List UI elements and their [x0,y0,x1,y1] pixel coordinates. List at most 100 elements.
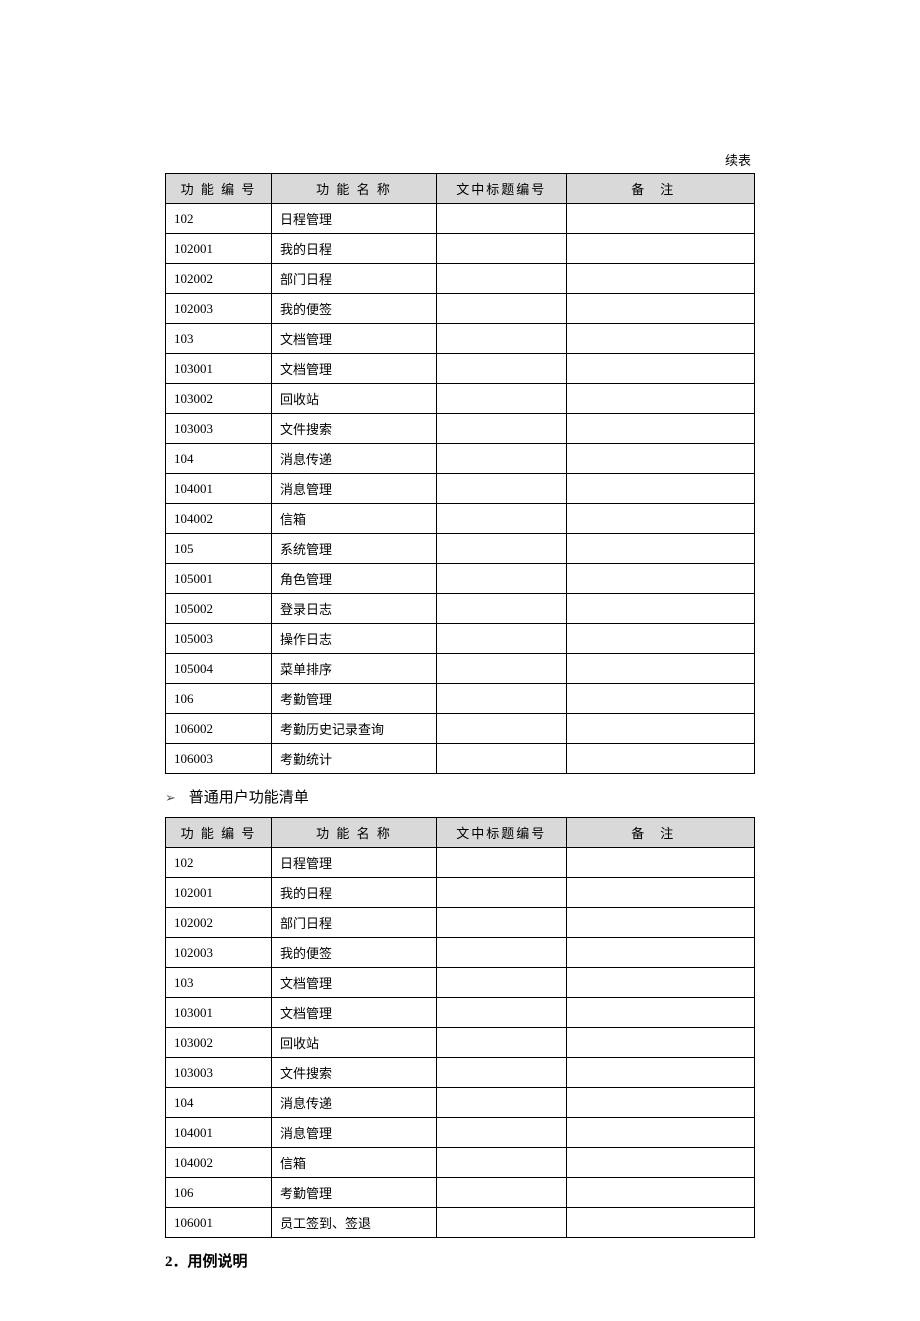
cell-name: 登录日志 [272,594,437,624]
cell-remarks [566,968,755,998]
cell-name: 回收站 [272,1028,437,1058]
cell-remarks [566,594,755,624]
cell-title [436,384,566,414]
header-title: 文中标题编号 [436,818,566,848]
cell-id: 103 [166,968,272,998]
cell-name: 文件搜索 [272,414,437,444]
cell-name: 系统管理 [272,534,437,564]
cell-id: 102001 [166,878,272,908]
cell-remarks [566,474,755,504]
table-header-row: 功 能 编 号 功 能 名 称 文中标题编号 备注 [166,174,755,204]
cell-remarks [566,1148,755,1178]
table-row: 102001我的日程 [166,234,755,264]
cell-remarks [566,684,755,714]
header-title: 文中标题编号 [436,174,566,204]
cell-remarks [566,1028,755,1058]
cell-remarks [566,848,755,878]
cell-id: 106001 [166,1208,272,1238]
header-remarks: 备注 [566,818,755,848]
continuation-label: 续表 [165,150,755,169]
cell-id: 103001 [166,354,272,384]
cell-title [436,504,566,534]
cell-title [436,878,566,908]
cell-name: 信箱 [272,1148,437,1178]
cell-remarks [566,444,755,474]
table-row: 105系统管理 [166,534,755,564]
cell-remarks [566,714,755,744]
table-row: 106考勤管理 [166,684,755,714]
table-row: 104消息传递 [166,444,755,474]
cell-id: 103003 [166,1058,272,1088]
cell-id: 103001 [166,998,272,1028]
cell-title [436,1178,566,1208]
cell-title [436,414,566,444]
cell-remarks [566,1088,755,1118]
cell-name: 文档管理 [272,324,437,354]
cell-name: 消息传递 [272,444,437,474]
cell-id: 105003 [166,624,272,654]
cell-name: 我的便签 [272,294,437,324]
table-row: 103001文档管理 [166,998,755,1028]
cell-title [436,354,566,384]
table-row: 104002信箱 [166,1148,755,1178]
table-row: 104001消息管理 [166,474,755,504]
table-row: 104002信箱 [166,504,755,534]
cell-remarks [566,654,755,684]
cell-name: 文档管理 [272,354,437,384]
cell-title [436,474,566,504]
cell-title [436,848,566,878]
table-row: 103001文档管理 [166,354,755,384]
cell-id: 106 [166,1178,272,1208]
cell-id: 103002 [166,1028,272,1058]
table-header-row: 功 能 编 号 功 能 名 称 文中标题编号 备注 [166,818,755,848]
cell-title [436,998,566,1028]
cell-remarks [566,1178,755,1208]
table-row: 102日程管理 [166,848,755,878]
cell-id: 102002 [166,908,272,938]
cell-title [436,714,566,744]
cell-name: 消息传递 [272,1088,437,1118]
cell-title [436,1088,566,1118]
table-row: 102003我的便签 [166,294,755,324]
table-row: 104消息传递 [166,1088,755,1118]
cell-name: 消息管理 [272,474,437,504]
cell-name: 回收站 [272,384,437,414]
table-row: 102002部门日程 [166,908,755,938]
cell-title [436,594,566,624]
cell-id: 102002 [166,264,272,294]
cell-remarks [566,1058,755,1088]
cell-id: 103 [166,324,272,354]
table-row: 105003操作日志 [166,624,755,654]
cell-id: 106002 [166,714,272,744]
cell-title [436,564,566,594]
cell-name: 考勤管理 [272,1178,437,1208]
cell-title [436,444,566,474]
cell-name: 文档管理 [272,998,437,1028]
cell-name: 操作日志 [272,624,437,654]
cell-id: 104 [166,444,272,474]
table-row: 103文档管理 [166,968,755,998]
cell-name: 日程管理 [272,848,437,878]
cell-remarks [566,204,755,234]
cell-remarks [566,624,755,654]
cell-id: 104 [166,1088,272,1118]
cell-remarks [566,504,755,534]
cell-id: 104002 [166,504,272,534]
cell-id: 102003 [166,938,272,968]
table-row: 105001角色管理 [166,564,755,594]
cell-id: 105001 [166,564,272,594]
cell-name: 我的日程 [272,878,437,908]
header-name: 功 能 名 称 [272,818,437,848]
cell-title [436,968,566,998]
cell-remarks [566,908,755,938]
table-row: 106003考勤统计 [166,744,755,774]
cell-id: 105002 [166,594,272,624]
cell-name: 信箱 [272,504,437,534]
table-row: 106考勤管理 [166,1178,755,1208]
cell-remarks [566,414,755,444]
cell-name: 我的日程 [272,234,437,264]
cell-remarks [566,234,755,264]
cell-id: 104001 [166,474,272,504]
cell-title [436,1058,566,1088]
cell-id: 106003 [166,744,272,774]
